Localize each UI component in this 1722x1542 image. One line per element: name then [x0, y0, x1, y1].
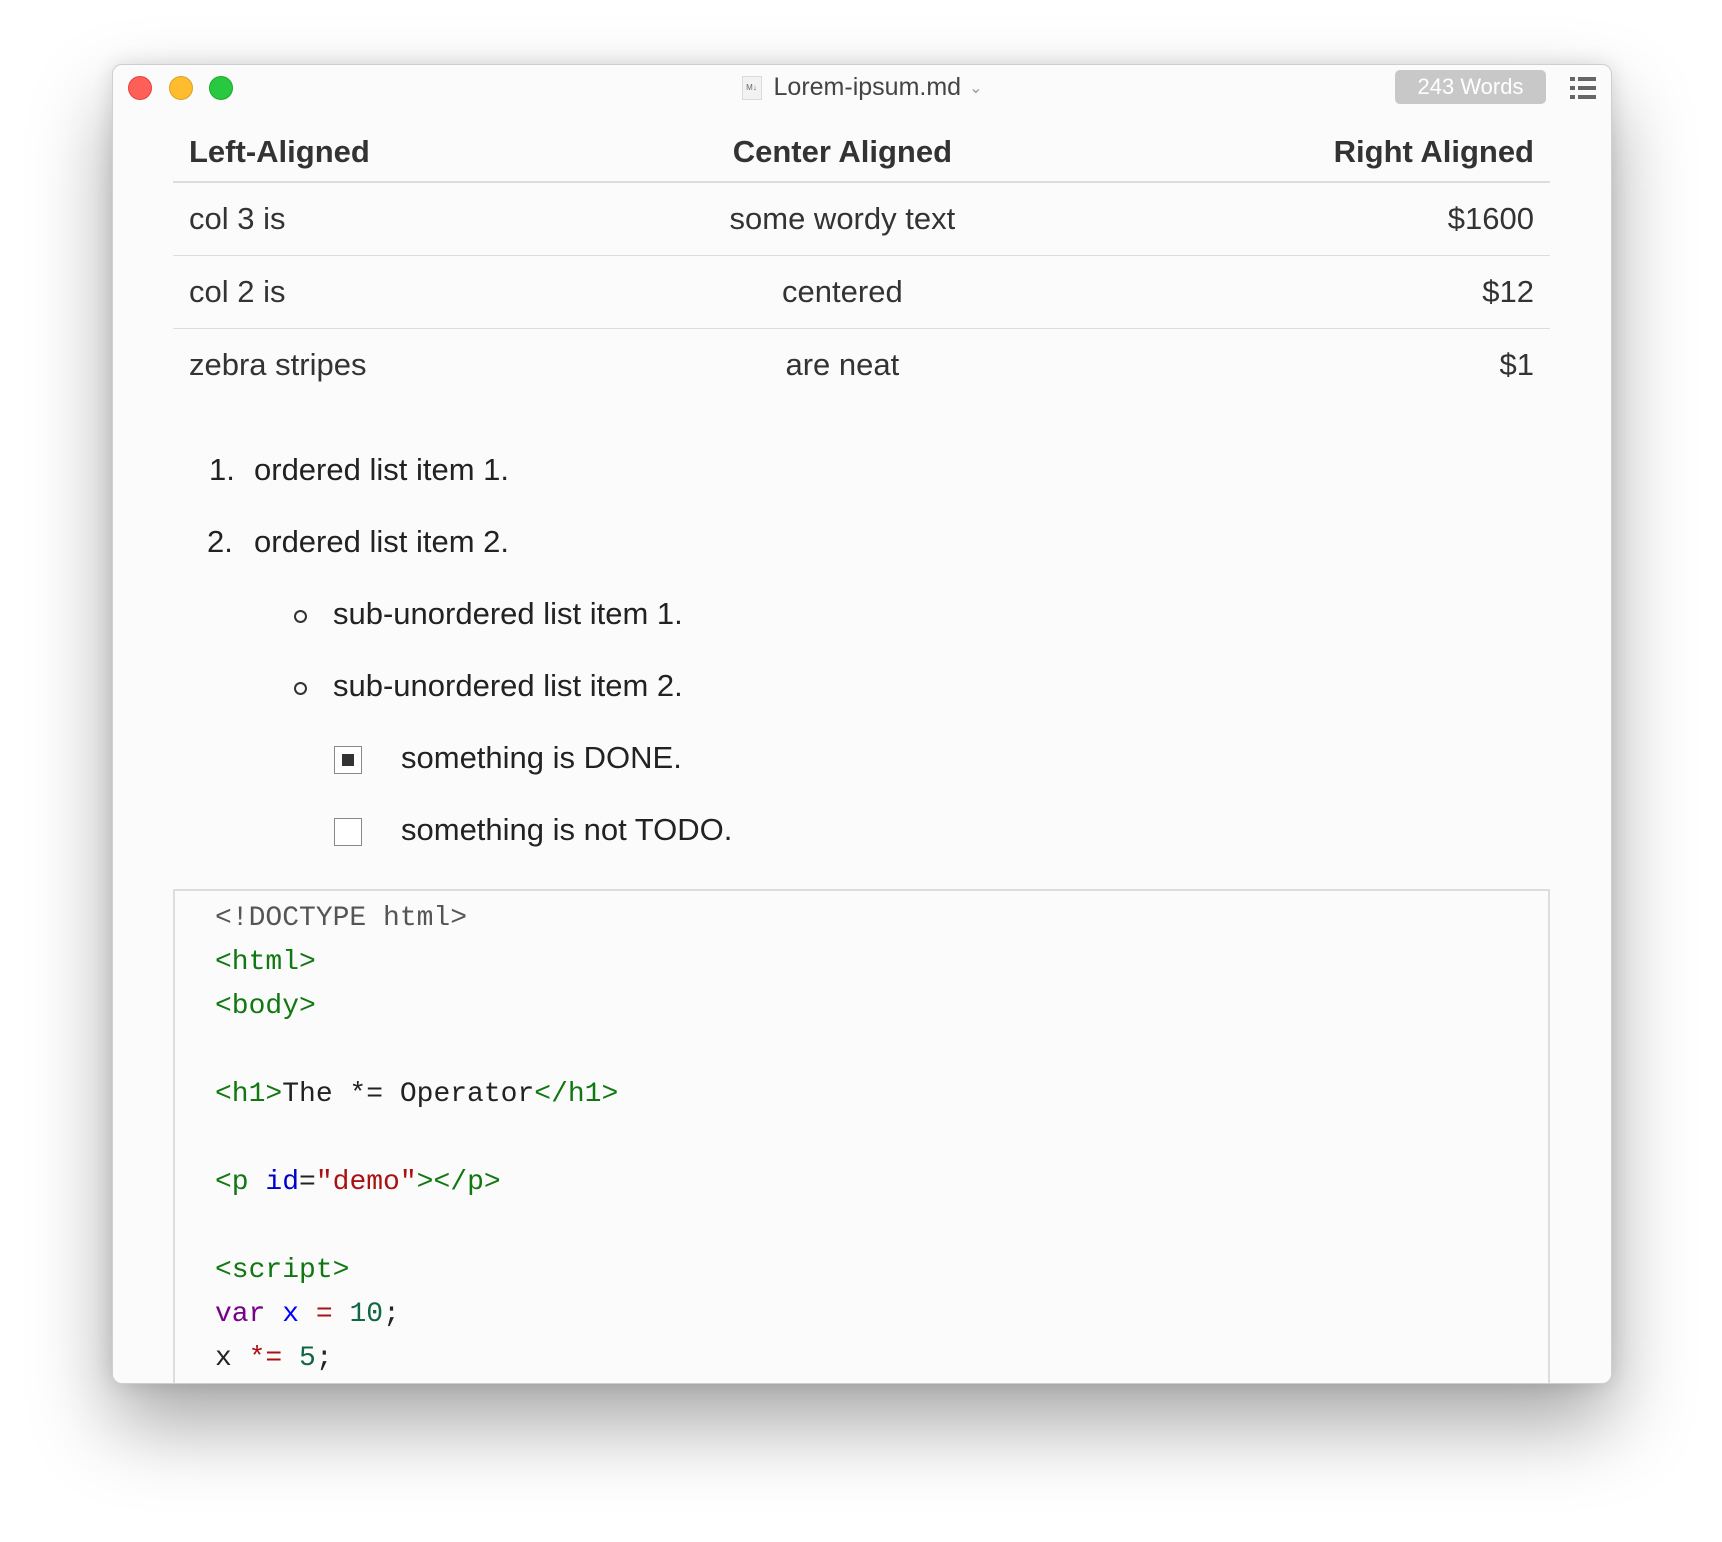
code-line: <body>: [215, 991, 316, 1022]
list-item: ordered list item 2.: [254, 524, 509, 559]
table-row: col 2 is centered $12: [173, 255, 1550, 329]
markdown-file-icon: M↓: [741, 76, 762, 101]
code-line: x *= 5;: [215, 1343, 333, 1374]
table-row: zebra stripes are neat $1: [173, 329, 1550, 402]
code-line: <script>: [215, 1255, 350, 1286]
document-title[interactable]: M↓ Lorem-ipsum.md ⌄: [113, 73, 1611, 102]
table-cell: $12: [1094, 255, 1550, 329]
sub-list-item: sub-unordered list item 2.: [333, 668, 683, 703]
outline-list-icon[interactable]: [1570, 77, 1596, 99]
word-count-badge[interactable]: 243 Words: [1395, 70, 1546, 104]
column-header: Left-Aligned: [173, 123, 590, 183]
table-cell: col 2 is: [173, 255, 590, 329]
task-item: something is DONE.: [401, 740, 682, 775]
task-checkbox-unchecked[interactable]: [334, 818, 362, 846]
column-header: Right Aligned: [1094, 123, 1550, 183]
table-cell: $1600: [1094, 182, 1550, 256]
table-cell: $1: [1499, 347, 1534, 382]
circle-bullet-icon: [294, 610, 307, 623]
task-checkbox-checked[interactable]: [334, 746, 362, 774]
table-cell: some wordy text: [589, 182, 1095, 256]
code-line: <!DOCTYPE html>: [215, 903, 468, 934]
list-number: 2.: [207, 524, 233, 559]
code-line: var x = 10;: [215, 1299, 400, 1330]
chevron-down-icon: ⌄: [969, 80, 983, 98]
sub-list-item: sub-unordered list item 1.: [333, 596, 683, 631]
circle-bullet-icon: [294, 682, 307, 695]
document-title-text: Lorem-ipsum.md: [773, 73, 962, 101]
table-cell: zebra stripes: [189, 347, 367, 382]
code-line: <h1>The *= Operator</h1>: [215, 1079, 619, 1110]
editor-window: M↓ Lorem-ipsum.md ⌄ 243 Words Left-Aligned…: [112, 64, 1612, 1384]
list-item: ordered list item 1.: [254, 452, 509, 487]
table-row: col 3 is some wordy text $1600: [173, 182, 1550, 256]
list-number: 1.: [209, 452, 235, 487]
table-header-row: Left-Aligned Center Aligned Right Aligne…: [173, 123, 1550, 183]
table-cell: centered: [589, 255, 1095, 329]
title-bar: M↓ Lorem-ipsum.md ⌄ 243 Words: [113, 65, 1611, 113]
task-item: something is not TODO.: [401, 812, 733, 847]
code-block[interactable]: <!DOCTYPE html> <html> <body> <h1>The *=…: [173, 889, 1550, 1383]
table-cell: are neat: [785, 347, 900, 382]
markdown-table: Left-Aligned Center Aligned Right Aligne…: [173, 123, 1550, 401]
code-line: <html>: [215, 947, 316, 978]
table-cell: col 3 is: [173, 182, 590, 256]
code-line: <p id="demo"></p>: [215, 1167, 501, 1198]
column-header: Center Aligned: [589, 123, 1095, 183]
